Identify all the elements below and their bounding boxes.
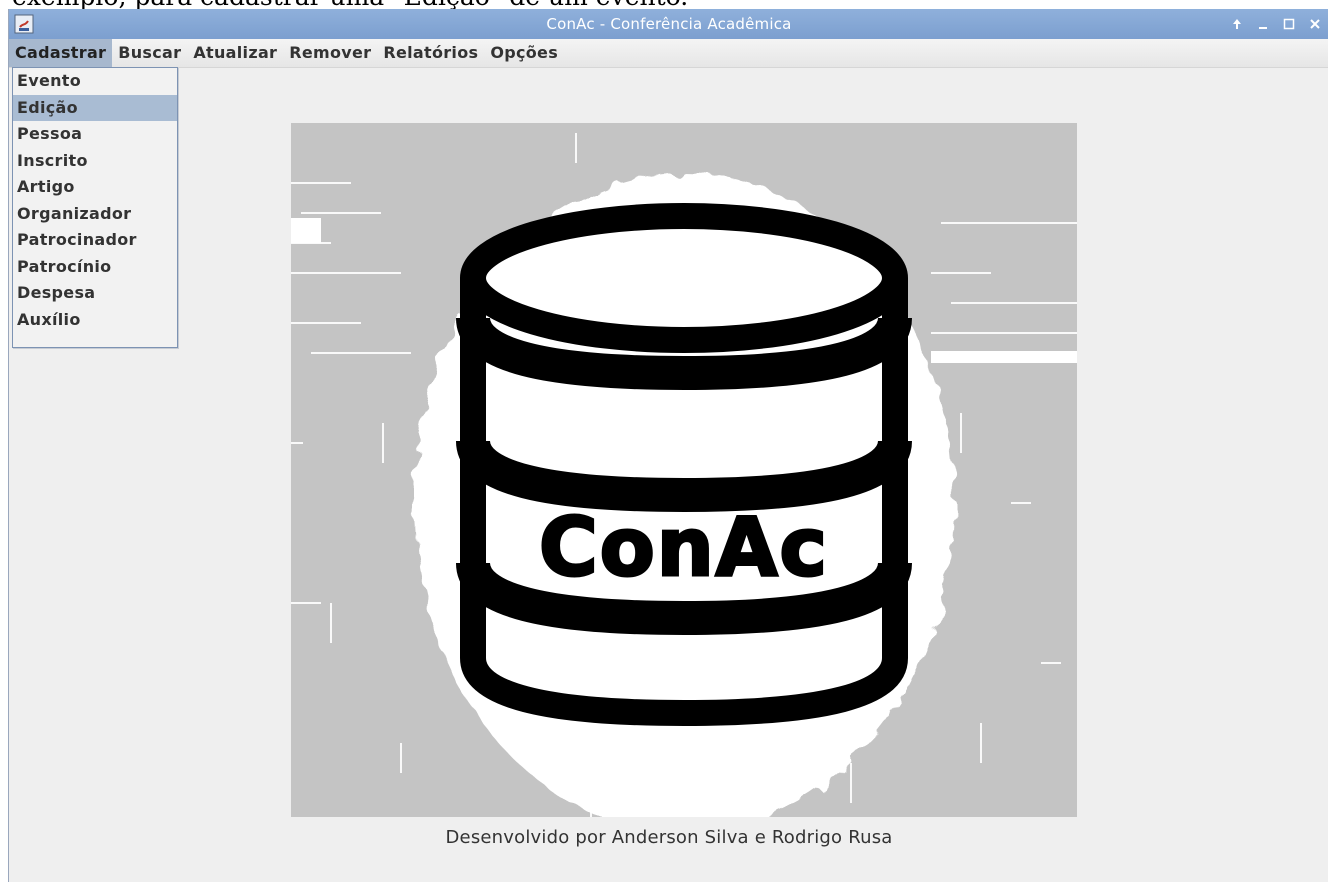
menu-item-despesa[interactable]: Despesa — [13, 280, 177, 307]
menu-item-artigo[interactable]: Artigo — [13, 174, 177, 201]
window-title: ConAc - Conferência Acadêmica — [546, 15, 792, 33]
menu-remover[interactable]: Remover — [283, 39, 377, 67]
title-bar[interactable]: ConAc - Conferência Acadêmica — [9, 9, 1328, 39]
minimize-icon[interactable] — [1255, 16, 1271, 32]
menu-item-inscrito[interactable]: Inscrito — [13, 148, 177, 175]
logo-text: ConAc — [539, 501, 829, 594]
up-arrow-icon[interactable] — [1229, 16, 1245, 32]
credits-label: Desenvolvido por Anderson Silva e Rodrig… — [445, 827, 893, 848]
menu-item-pessoa[interactable]: Pessoa — [13, 121, 177, 148]
menu-item-edicao[interactable]: Edição — [13, 94, 177, 121]
window-controls — [1229, 9, 1323, 39]
menu-item-auxilio[interactable]: Auxílio — [13, 307, 177, 334]
menu-cadastrar[interactable]: Cadastrar — [9, 39, 113, 67]
menu-item-patrocinio[interactable]: Patrocínio — [13, 254, 177, 281]
conac-logo: ConAc — [291, 123, 1077, 833]
menu-item-organizador[interactable]: Organizador — [13, 201, 177, 228]
menu-item-evento[interactable]: Evento — [13, 68, 177, 95]
menu-buscar[interactable]: Buscar — [112, 39, 187, 67]
menu-opcoes[interactable]: Opções — [484, 39, 564, 67]
maximize-icon[interactable] — [1281, 16, 1297, 32]
close-icon[interactable] — [1307, 16, 1323, 32]
menu-relatorios[interactable]: Relatórios — [377, 39, 484, 67]
menu-atualizar[interactable]: Atualizar — [187, 39, 283, 67]
menu-item-patrocinador[interactable]: Patrocinador — [13, 227, 177, 254]
menu-bar: Cadastrar Buscar Atualizar Remover Relat… — [9, 39, 1328, 68]
database-cylinder-icon: ConAc — [291, 123, 1077, 833]
cadastrar-dropdown-menu: Evento Edição Pessoa Inscrito Artigo Org… — [12, 67, 178, 348]
app-window: ConAc - Conferência Acadêmica Cadastrar … — [8, 9, 1328, 882]
